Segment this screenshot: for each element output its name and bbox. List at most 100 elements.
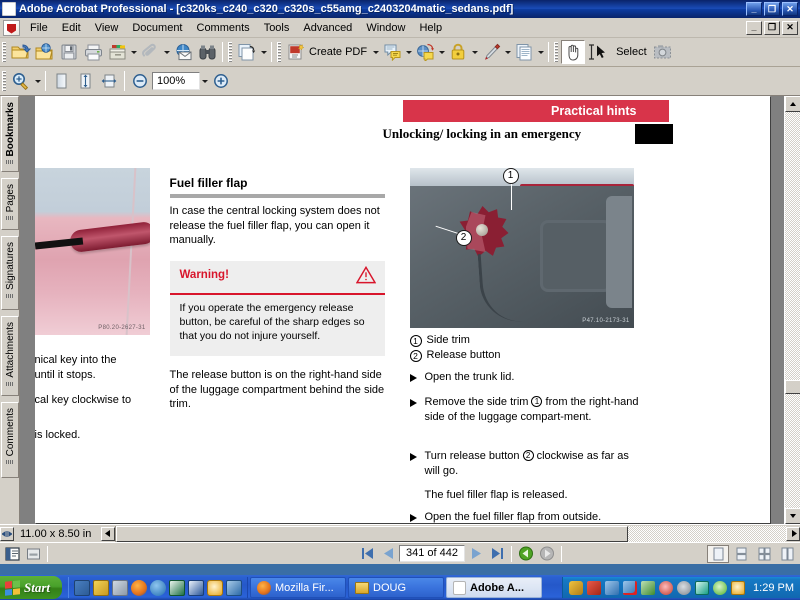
antivirus-icon[interactable] [659, 580, 674, 595]
sign-dropdown-arrow[interactable] [503, 41, 512, 63]
zoom-out-circle-icon[interactable] [128, 69, 152, 93]
firefox-icon[interactable] [131, 579, 148, 596]
first-page-icon[interactable] [357, 545, 377, 563]
fit-page-width-icon[interactable] [97, 69, 121, 93]
review-comment-icon[interactable] [380, 40, 404, 64]
clipboard-icon[interactable] [695, 580, 710, 595]
toolbar-grip-4[interactable] [554, 42, 559, 62]
forms-icon[interactable] [512, 40, 536, 64]
file-cabinet-icon[interactable] [105, 40, 129, 64]
key-plug-icon[interactable] [569, 580, 584, 595]
previous-view-back-icon[interactable] [516, 545, 536, 563]
scroll-left-button[interactable] [101, 526, 116, 541]
padlock-icon[interactable] [446, 40, 470, 64]
forms-dropdown-arrow[interactable] [536, 41, 545, 63]
floppy-disk-icon[interactable] [57, 40, 81, 64]
network-disconnected-icon[interactable] [623, 580, 638, 595]
vertical-scrollbar[interactable] [784, 96, 800, 524]
toolbar-grip-3[interactable] [277, 42, 281, 62]
last-page-icon[interactable] [487, 545, 507, 563]
zoom-toolbar-grip[interactable] [2, 71, 6, 91]
menu-help[interactable]: Help [412, 20, 449, 36]
continuous-facing-layout-icon[interactable] [776, 545, 798, 563]
taskbar-item-firefox[interactable]: Mozilla Fir... [250, 577, 347, 598]
globe-envelope-icon[interactable] [171, 40, 195, 64]
attach-dropdown-arrow[interactable] [162, 41, 171, 63]
send-for-review-icon[interactable] [413, 40, 437, 64]
clock-tray-icon[interactable] [731, 580, 746, 595]
scroll-right-button[interactable] [786, 526, 800, 541]
pdf-page[interactable]: Practical hints Unlocking/ locking in an… [34, 96, 770, 523]
doc-close-button[interactable]: ✕ [782, 20, 798, 35]
menu-file[interactable]: File [23, 20, 55, 36]
menu-edit[interactable]: Edit [55, 20, 88, 36]
show-desktop-icon[interactable] [74, 579, 91, 596]
review-dropdown-arrow[interactable] [404, 41, 413, 63]
media-player-icon[interactable] [93, 579, 110, 596]
sidebar-item-bookmarks[interactable]: Bookmarks [1, 96, 19, 172]
vertical-scroll-track[interactable] [785, 112, 800, 508]
printer-icon[interactable] [81, 40, 105, 64]
page-view-area[interactable]: Practical hints Unlocking/ locking in an… [20, 96, 784, 524]
page-display-icon[interactable] [23, 545, 43, 563]
menu-document[interactable]: Document [125, 20, 189, 36]
excel-icon[interactable] [169, 579, 186, 596]
sidebar-item-comments[interactable]: Comments [1, 402, 19, 478]
zoom-in-magnifier-icon[interactable] [9, 69, 33, 93]
sidebar-item-pages[interactable]: Pages [1, 178, 19, 230]
start-button[interactable]: Start [0, 576, 63, 599]
zoom-level-input[interactable]: 100% [152, 72, 200, 90]
clock-icon[interactable] [207, 579, 224, 596]
close-button[interactable]: ✕ [782, 2, 798, 16]
pen-sign-icon[interactable] [479, 40, 503, 64]
show-hide-sidebar-icon[interactable] [2, 545, 22, 563]
create-pdf-label[interactable]: Create PDF [308, 46, 371, 58]
menu-advanced[interactable]: Advanced [296, 20, 359, 36]
zoom-level-dropdown-arrow[interactable] [200, 70, 209, 92]
menu-comments[interactable]: Comments [190, 20, 257, 36]
continuous-layout-icon[interactable] [730, 545, 752, 563]
vertical-scroll-thumb[interactable] [785, 380, 800, 394]
printer-tray-icon[interactable] [641, 580, 656, 595]
next-page-icon[interactable] [466, 545, 486, 563]
menu-view[interactable]: View [88, 20, 126, 36]
sidebar-item-attachments[interactable]: Attachments [1, 316, 19, 396]
binoculars-icon[interactable] [195, 40, 219, 64]
restore-button[interactable]: ❐ [764, 2, 780, 16]
folder-globe-icon[interactable] [33, 40, 57, 64]
select-text-icon[interactable] [585, 40, 615, 64]
actual-size-page-icon[interactable] [49, 69, 73, 93]
horizontal-scroll-bar[interactable]: 11.00 x 8.50 in [0, 524, 800, 542]
taskbar-item-adobe-acrobat[interactable]: Adobe A... [446, 577, 543, 598]
folder-open-icon[interactable] [9, 40, 33, 64]
minimize-button[interactable]: _ [746, 2, 762, 16]
shield-icon[interactable] [677, 580, 692, 595]
hand-tool-icon[interactable] [561, 40, 586, 64]
taskbar-clock[interactable]: 1:29 PM [749, 582, 794, 594]
doc-restore-button[interactable]: ❐ [764, 20, 780, 35]
menu-tools[interactable]: Tools [257, 20, 297, 36]
create-pdf-dropdown-arrow[interactable] [371, 41, 380, 63]
menu-window[interactable]: Window [359, 20, 412, 36]
fit-page-height-icon[interactable] [73, 69, 97, 93]
taskbar-item-doug[interactable]: DOUG [348, 577, 445, 598]
network-monitor-icon[interactable] [587, 580, 602, 595]
check-shield-icon[interactable] [713, 580, 728, 595]
previous-page-icon[interactable] [378, 545, 398, 563]
snapshot-camera-icon[interactable] [651, 40, 675, 64]
page-size-resize-grip[interactable] [0, 526, 14, 541]
create-pdf-icon[interactable] [284, 40, 308, 64]
page-export-icon[interactable] [235, 40, 259, 64]
toolbar-grip[interactable] [2, 42, 6, 62]
toolbar-grip-2[interactable] [228, 42, 232, 62]
network-computer-icon[interactable] [226, 579, 243, 596]
page-number-input[interactable]: 341 of 442 [399, 545, 465, 562]
zoom-in-circle-icon[interactable] [209, 69, 233, 93]
zoom-tool-dropdown-arrow[interactable] [33, 70, 42, 92]
calculator-icon[interactable] [112, 579, 129, 596]
word-icon[interactable] [188, 579, 205, 596]
doc-minimize-button[interactable]: _ [746, 20, 762, 35]
facing-layout-icon[interactable] [753, 545, 775, 563]
horizontal-scroll-thumb[interactable] [116, 525, 629, 542]
scroll-down-button[interactable] [785, 508, 800, 524]
